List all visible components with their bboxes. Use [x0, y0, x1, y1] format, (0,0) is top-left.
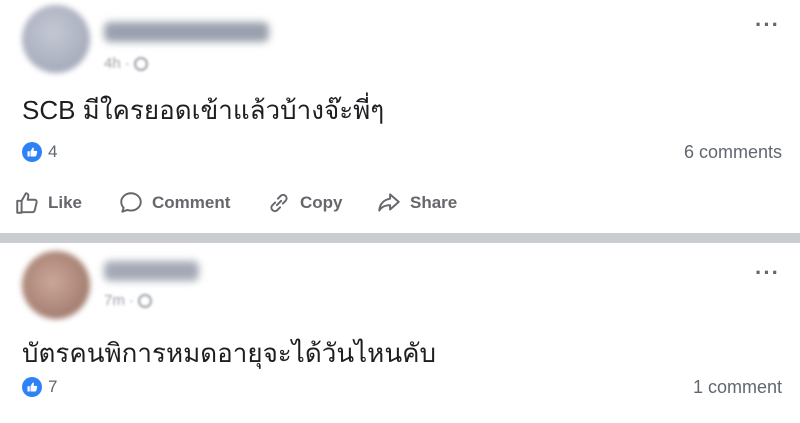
- copy-button[interactable]: Copy: [266, 190, 343, 216]
- comment-count-link[interactable]: 1 comment: [693, 377, 782, 398]
- globe-icon: [137, 293, 152, 308]
- like-reaction-icon: [22, 377, 42, 397]
- avatar[interactable]: [22, 5, 90, 73]
- meta-separator: ·: [128, 292, 134, 309]
- post-meta: 7m ·: [104, 292, 152, 309]
- author-name[interactable]: [104, 22, 269, 42]
- meta-separator: ·: [124, 55, 130, 72]
- more-icon[interactable]: ···: [755, 14, 780, 36]
- post-time[interactable]: 7m: [104, 292, 125, 309]
- post-text: บัตรคนพิการหมดอายุจะได้วันไหนคับ: [22, 338, 436, 368]
- copy-icon: [270, 193, 288, 213]
- author-name[interactable]: [104, 261, 199, 281]
- post-meta: 4h ·: [104, 55, 148, 72]
- post-actions: Like Comment Copy Share: [0, 190, 800, 222]
- post-time[interactable]: 4h: [104, 55, 121, 72]
- reaction-count: 4: [48, 142, 58, 161]
- comment-button[interactable]: Comment: [118, 190, 230, 216]
- reaction-summary[interactable]: 4: [22, 142, 57, 162]
- like-reaction-icon: [22, 142, 42, 162]
- comment-count-link[interactable]: 6 comments: [684, 142, 782, 163]
- post-text: SCB มีใครยอดเข้าแล้วบ้างจ๊ะพี่ๆ: [22, 95, 385, 125]
- like-icon: [16, 192, 38, 214]
- reaction-summary[interactable]: 7: [22, 377, 57, 397]
- more-icon[interactable]: ···: [755, 262, 780, 284]
- post: 7m · บัตรคนพิการหมดอายุจะได้วันไหนคับ 7 …: [0, 243, 800, 423]
- globe-icon: [133, 56, 148, 71]
- post: 4h · ··· SCB มีใครยอดเข้าแล้วบ้างจ๊ะพี่ๆ…: [0, 0, 800, 233]
- share-icon: [378, 193, 400, 212]
- copy-label: Copy: [300, 193, 343, 212]
- comment-label: Comment: [152, 193, 231, 212]
- share-label: Share: [410, 193, 458, 212]
- share-button[interactable]: Share: [376, 190, 457, 216]
- avatar[interactable]: [22, 251, 90, 319]
- comment-icon: [120, 192, 142, 213]
- like-label: Like: [48, 193, 83, 212]
- post-divider: [0, 233, 800, 243]
- reaction-count: 7: [48, 377, 58, 396]
- like-button[interactable]: Like: [14, 190, 82, 216]
